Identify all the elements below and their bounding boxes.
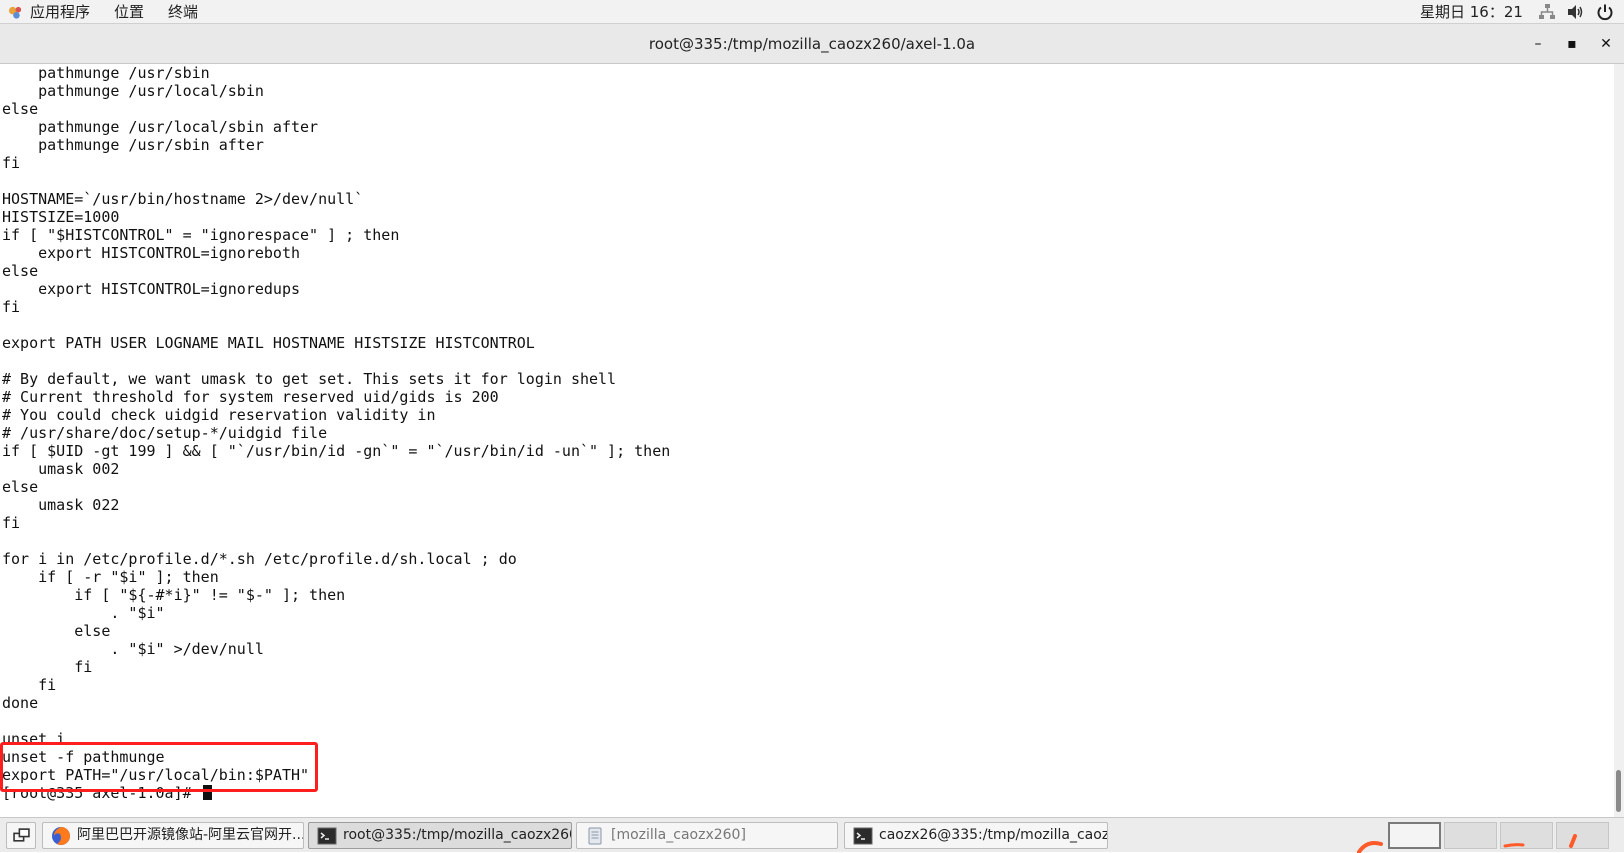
terminal-line: # Current threshold for system reserved … — [2, 388, 499, 406]
terminal-line: else — [2, 478, 39, 496]
terminal-line: fi — [2, 658, 93, 676]
terminal-line: umask 002 — [2, 460, 120, 478]
terminal-line: # /usr/share/doc/setup-*/uidgid file — [2, 424, 328, 442]
terminal-scrollbar[interactable] — [1614, 64, 1624, 817]
power-icon[interactable] — [1596, 3, 1614, 21]
terminal-icon — [853, 827, 873, 845]
menu-applications[interactable]: 应用程序 — [30, 2, 90, 22]
applications-icon — [8, 6, 22, 19]
terminal-line: . "$i" >/dev/null — [2, 640, 264, 658]
window-titlebar[interactable]: root@335:/tmp/mozilla_caozx260/axel-1.0a… — [0, 24, 1624, 64]
terminal-line: done — [2, 694, 39, 712]
terminal-line: fi — [2, 298, 21, 316]
terminal-line: HOSTNAME=`/usr/bin/hostname 2>/dev/null` — [2, 190, 364, 208]
terminal-line: if [ $UID -gt 199 ] && [ "`/usr/bin/id -… — [2, 442, 671, 460]
terminal-line: umask 022 — [2, 496, 120, 514]
show-desktop-button[interactable] — [6, 822, 36, 849]
terminal-line: if [ -r "$i" ]; then — [2, 568, 219, 586]
terminal-line: fi — [2, 676, 57, 694]
network-icon[interactable] — [1538, 3, 1556, 21]
terminal-line: pathmunge /usr/sbin after — [2, 136, 264, 154]
terminal-line: pathmunge /usr/local/sbin — [2, 82, 264, 100]
maximize-button[interactable]: ▪ — [1562, 34, 1582, 54]
clock[interactable]: 星期日 16：21 — [1420, 2, 1523, 22]
taskbar-item-terminal-caozx26[interactable]: caozx26@335:/tmp/mozilla_caozx2... — [844, 822, 1108, 849]
minimize-button[interactable]: – — [1528, 34, 1548, 54]
terminal-line: export HISTCONTROL=ignoredups — [2, 280, 301, 298]
annotation-highlight-box — [0, 742, 318, 792]
desktop-icon — [13, 828, 30, 842]
terminal-line: for i in /etc/profile.d/*.sh /etc/profil… — [2, 550, 517, 568]
top-panel: 应用程序 位置 终端 星期日 16：21 — [0, 0, 1624, 24]
terminal-line: pathmunge /usr/local/sbin after — [2, 118, 319, 136]
terminal-line: else — [2, 100, 39, 118]
taskbar-item-browser[interactable]: 阿里巴巴开源镜像站-阿里云官网开... — [42, 822, 304, 849]
bottom-taskbar: 阿里巴巴开源镜像站-阿里云官网开... root@335:/tmp/mozill… — [0, 817, 1624, 853]
terminal-line: fi — [2, 514, 21, 532]
terminal-line: if [ "$HISTCONTROL" = "ignorespace" ] ; … — [2, 226, 400, 244]
terminal-output[interactable]: pathmunge /usr/sbin pathmunge /usr/local… — [0, 64, 1614, 817]
volume-icon[interactable] — [1566, 3, 1584, 21]
terminal-line: HISTSIZE=1000 — [2, 208, 120, 226]
terminal-line: . "$i" — [2, 604, 165, 622]
terminal-line: else — [2, 262, 39, 280]
terminal-line: # By default, we want umask to get set. … — [2, 370, 617, 388]
terminal-line: fi — [2, 154, 21, 172]
menu-places[interactable]: 位置 — [114, 2, 144, 22]
menu-terminal[interactable]: 终端 — [168, 2, 198, 22]
terminal-line: export HISTCONTROL=ignoreboth — [2, 244, 301, 262]
taskbar-item-file-manager[interactable]: [mozilla_caozx260] — [576, 822, 838, 849]
window-title: root@335:/tmp/mozilla_caozx260/axel-1.0a — [648, 35, 976, 53]
terminal-line: else — [2, 622, 111, 640]
firefox-icon — [52, 827, 70, 845]
terminal-line: if [ "${-#*i}" != "$-" ]; then — [2, 586, 346, 604]
terminal-line: export PATH USER LOGNAME MAIL HOSTNAME H… — [2, 334, 535, 352]
terminal-line: # You could check uidgid reservation val… — [2, 406, 436, 424]
terminal-line: pathmunge /usr/sbin — [2, 64, 210, 82]
scrollbar-thumb[interactable] — [1616, 770, 1621, 812]
taskbar-item-terminal-root[interactable]: root@335:/tmp/mozilla_caozx260/... — [308, 822, 572, 849]
terminal-icon — [317, 827, 337, 845]
annotation-scribble — [1357, 834, 1577, 853]
file-manager-icon — [588, 827, 602, 845]
close-button[interactable]: ✕ — [1596, 34, 1616, 54]
